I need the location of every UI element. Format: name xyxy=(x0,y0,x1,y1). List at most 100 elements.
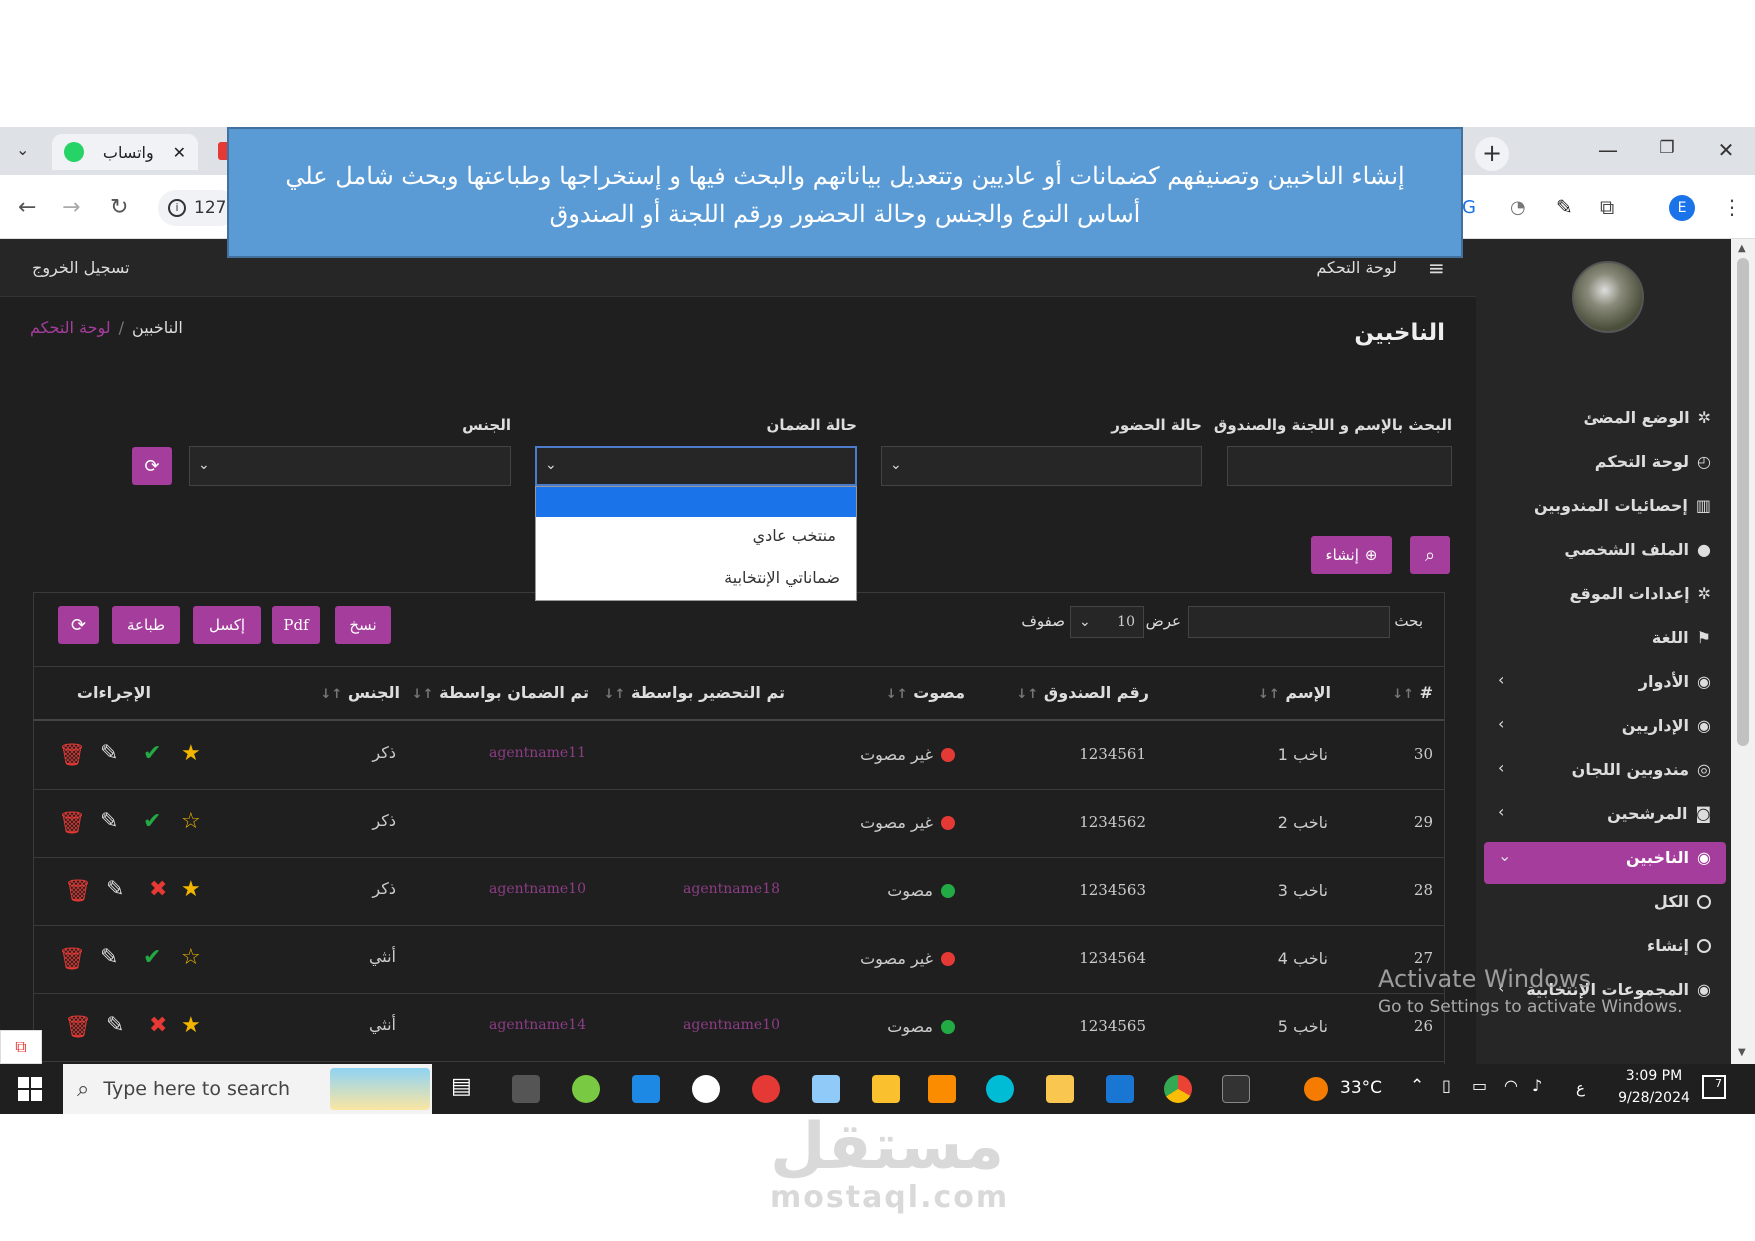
video-editor-icon[interactable] xyxy=(512,1075,540,1103)
clock-app-icon[interactable] xyxy=(692,1075,720,1103)
notifications-icon[interactable]: 7 xyxy=(1702,1075,1726,1099)
web-app-icon[interactable] xyxy=(986,1075,1014,1103)
pdf-button[interactable]: Pdf xyxy=(272,606,320,644)
tab-menu-icon[interactable]: ⌄ xyxy=(16,140,29,159)
edit-icon[interactable]: ✎ xyxy=(100,809,118,834)
tab-close-icon[interactable]: ✕ xyxy=(173,143,186,162)
wifi-icon[interactable]: ◠ xyxy=(1504,1076,1518,1095)
dropdown-option-guarantees[interactable]: ضماناتي الإنتخابية xyxy=(536,568,840,587)
search-filter-input[interactable] xyxy=(1227,446,1452,486)
create-button[interactable]: إنشاء ⊕ xyxy=(1311,536,1392,574)
game-app-icon[interactable] xyxy=(872,1075,900,1103)
cloud-app-icon[interactable] xyxy=(572,1075,600,1103)
mario-game-icon[interactable] xyxy=(752,1075,780,1103)
sidebar-item-9[interactable]: ◙ المرشحين xyxy=(1607,804,1711,823)
logout-link[interactable]: تسجيل الخروج xyxy=(32,258,130,277)
x-icon[interactable]: ✖ xyxy=(149,1013,167,1038)
back-icon[interactable]: ← xyxy=(18,195,36,220)
file-explorer-icon[interactable] xyxy=(1046,1075,1074,1103)
translate-icon[interactable]: G xyxy=(1462,197,1476,218)
col-header-guaranteed-by[interactable]: تم الضمان بواسطة ↑↓ xyxy=(412,683,589,702)
minimize-icon[interactable]: — xyxy=(1593,138,1623,162)
extension-mouse-icon[interactable]: ◔ xyxy=(1510,197,1526,218)
vscode-icon[interactable] xyxy=(1106,1075,1134,1103)
edit-icon[interactable]: ✎ xyxy=(106,1013,124,1038)
col-header-gender[interactable]: الجنس ↑↓ xyxy=(320,683,400,702)
task-view-icon[interactable]: ▤ xyxy=(451,1074,472,1099)
sidebar-item-1[interactable]: ◴ لوحة التحكم xyxy=(1595,452,1711,471)
sidebar-item-7[interactable]: ◉ الإداريين xyxy=(1622,716,1711,735)
breadcrumb-home-link[interactable]: لوحة التحكم xyxy=(30,318,111,337)
chevron-left-icon[interactable]: ‹ xyxy=(1498,670,1504,689)
excel-button[interactable]: إكسل xyxy=(193,606,261,644)
delete-icon[interactable]: 🗑 xyxy=(64,879,92,904)
hamburger-menu-icon[interactable]: ≡ xyxy=(1428,256,1445,280)
x-icon[interactable]: ✖ xyxy=(149,877,167,902)
scroll-up-arrow[interactable]: ▲ xyxy=(1738,243,1746,254)
vpn-app-icon[interactable] xyxy=(632,1075,660,1103)
dropdown-option-regular[interactable]: منتخب عادي xyxy=(536,526,836,545)
forward-icon[interactable]: → xyxy=(62,195,80,220)
table-search-input[interactable] xyxy=(1188,606,1390,638)
extensions-puzzle-icon[interactable]: ⧉ xyxy=(1600,195,1614,219)
gender-select[interactable]: ⌄ xyxy=(189,446,511,486)
edit-icon[interactable]: ✎ xyxy=(100,945,118,970)
page-size-select[interactable]: ⌄ 10 xyxy=(1070,606,1144,638)
language-indicator[interactable]: ع xyxy=(1576,1079,1585,1097)
chevron-left-icon[interactable]: ‹ xyxy=(1498,758,1504,777)
print-button[interactable]: طباعة xyxy=(112,606,180,644)
windows-start-icon[interactable] xyxy=(18,1077,42,1101)
check-icon[interactable]: ✔ xyxy=(143,809,161,834)
sidebar-item-8[interactable]: ◎ مندوبين اللجان xyxy=(1572,760,1711,779)
sidebar-item-2[interactable]: ▥ إحصائيات المندوبين xyxy=(1534,496,1711,515)
restore-icon[interactable]: ❐ xyxy=(1652,138,1682,158)
debug-bar-icon[interactable]: ⧉ xyxy=(0,1030,42,1064)
refresh-table-button[interactable]: ⟳ xyxy=(58,606,99,644)
notes-app-icon[interactable] xyxy=(812,1075,840,1103)
cell-guaranteed-by[interactable]: agentname11 xyxy=(489,745,586,761)
sidebar-item-4[interactable]: ✲ إعدادات الموقع xyxy=(1569,584,1711,603)
reset-filters-button[interactable]: ⟳ xyxy=(132,447,172,485)
xampp-icon[interactable] xyxy=(928,1075,956,1103)
cell-prepared-by[interactable]: agentname10 xyxy=(683,1017,780,1033)
guarantee-select[interactable]: ⌄ xyxy=(535,446,857,486)
close-window-icon[interactable]: ✕ xyxy=(1711,138,1741,162)
chrome-icon[interactable] xyxy=(1164,1075,1192,1103)
avatar[interactable] xyxy=(1572,261,1644,333)
terminal-icon[interactable] xyxy=(1222,1075,1250,1103)
check-icon[interactable]: ✔ xyxy=(143,741,161,766)
sidebar-item-11[interactable]: الكل xyxy=(1654,892,1711,911)
delete-icon[interactable]: 🗑 xyxy=(58,811,86,836)
cell-prepared-by[interactable]: agentname18 xyxy=(683,881,780,897)
copy-button[interactable]: نسخ xyxy=(335,606,391,644)
chevron-left-icon[interactable]: ‹ xyxy=(1498,714,1504,733)
chevron-down-icon[interactable]: ⌄ xyxy=(1498,846,1511,865)
sidebar-item-6[interactable]: ◉ الأدوار xyxy=(1639,672,1711,691)
star-filled-icon[interactable]: ★ xyxy=(181,741,201,766)
sidebar-item-3[interactable]: ● الملف الشخصي xyxy=(1564,540,1711,559)
col-header-voted[interactable]: مصوت ↑↓ xyxy=(886,683,965,702)
col-header-name[interactable]: الإسم ↑↓ xyxy=(1258,683,1331,702)
topbar-dashboard-link[interactable]: لوحة التحكم xyxy=(1316,258,1397,277)
scrollbar-thumb[interactable] xyxy=(1737,258,1749,746)
profile-avatar[interactable]: E xyxy=(1669,195,1695,221)
delete-icon[interactable]: 🗑 xyxy=(58,947,86,972)
attendance-select[interactable]: ⌄ xyxy=(881,446,1202,486)
check-icon[interactable]: ✔ xyxy=(143,945,161,970)
scroll-down-arrow[interactable]: ▼ xyxy=(1738,1047,1746,1058)
sidebar-item-12[interactable]: إنشاء xyxy=(1647,936,1711,955)
edit-icon[interactable]: ✎ xyxy=(106,877,124,902)
weather-icon[interactable] xyxy=(1304,1077,1328,1101)
tray-chevron-icon[interactable]: ⌃ xyxy=(1410,1076,1424,1096)
site-info-icon[interactable]: i xyxy=(168,199,186,217)
delete-icon[interactable]: 🗑 xyxy=(58,743,86,768)
star-outline-icon[interactable]: ☆ xyxy=(181,809,201,834)
dropdown-option-empty[interactable] xyxy=(536,487,856,517)
volume-icon[interactable]: ♪ xyxy=(1532,1076,1542,1095)
col-header-prepared-by[interactable]: تم التحضير بواسطة ↑↓ xyxy=(604,683,785,702)
battery-icon[interactable]: ▭ xyxy=(1472,1076,1487,1095)
star-filled-icon[interactable]: ★ xyxy=(181,1013,201,1038)
cell-guaranteed-by[interactable]: agentname10 xyxy=(489,881,586,897)
star-outline-icon[interactable]: ☆ xyxy=(181,945,201,970)
sidebar-item-10[interactable]: ◉ الناخبين xyxy=(1626,848,1711,867)
